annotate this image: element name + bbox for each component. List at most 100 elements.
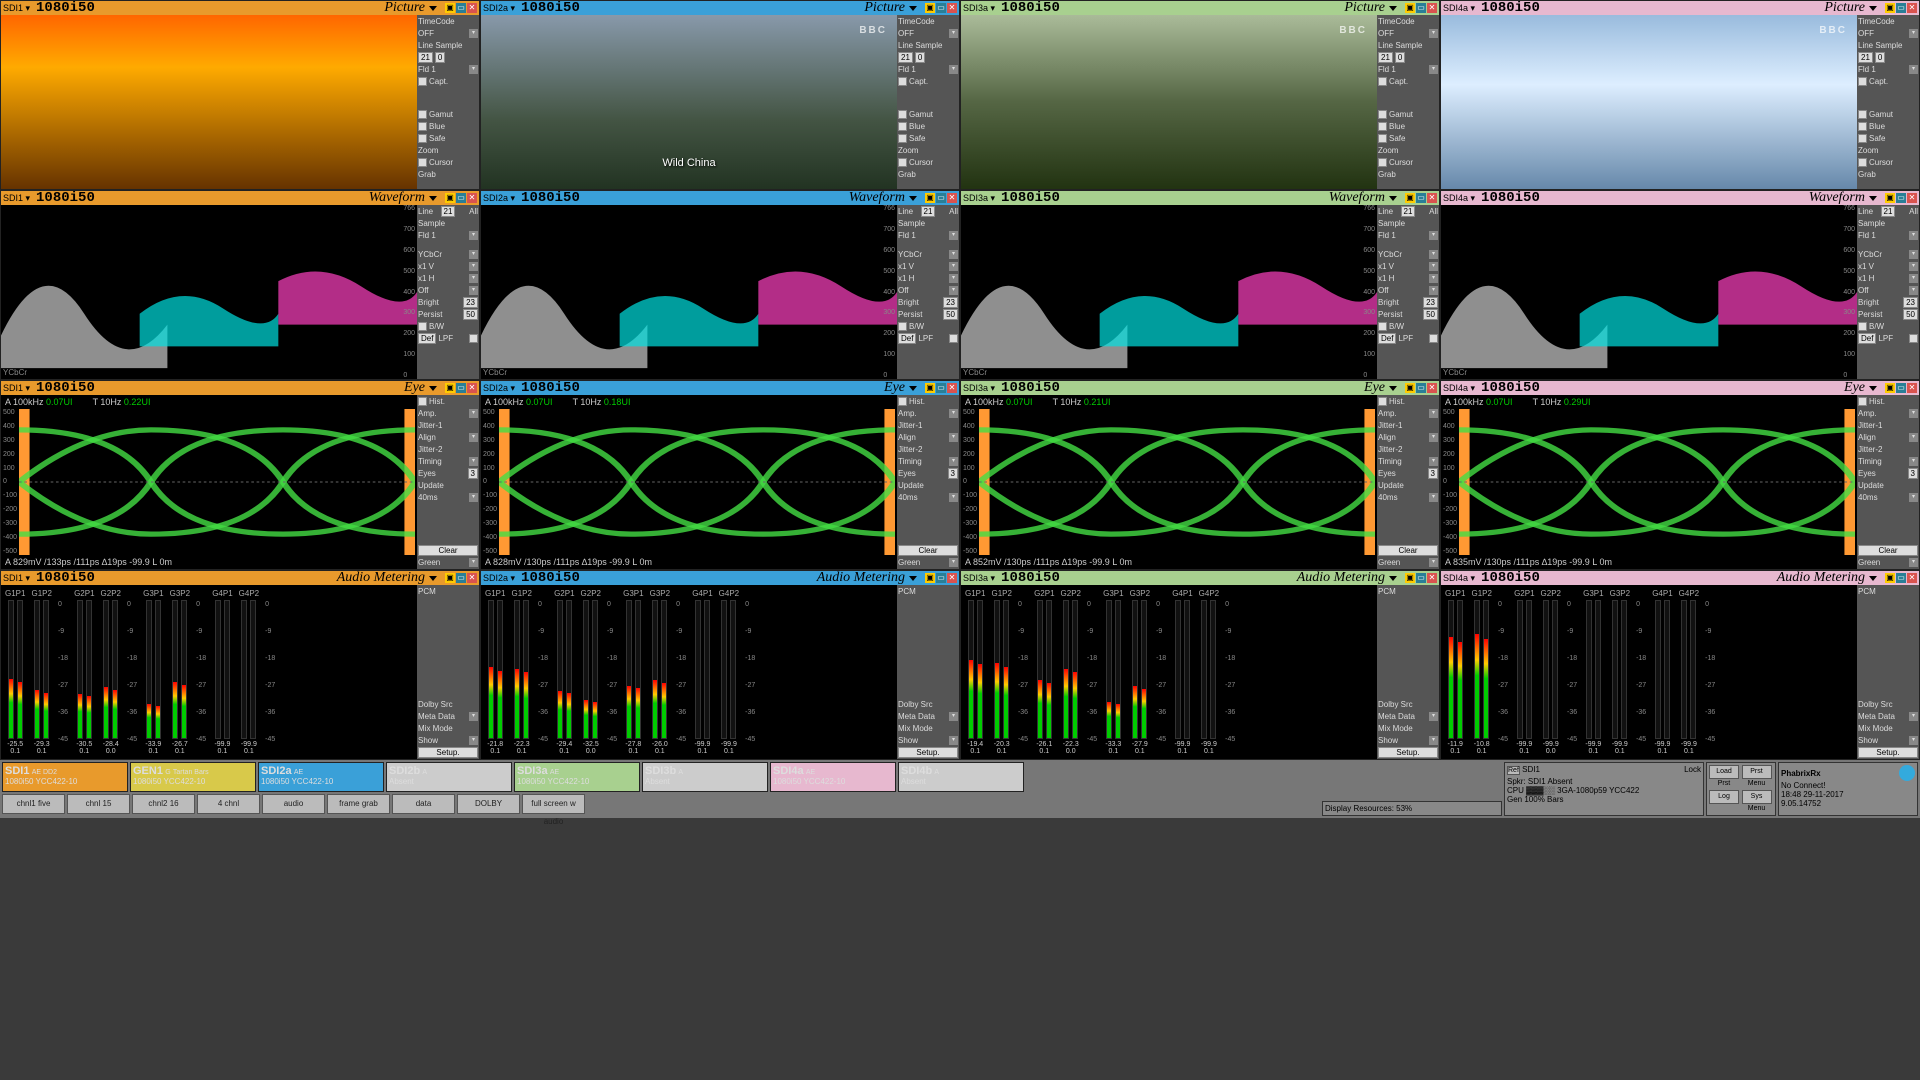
lpf-check[interactable] [1429,334,1438,343]
side-control[interactable]: x1 H ▾ [1378,273,1438,284]
dropdown-icon[interactable]: ▾ [1909,29,1918,38]
mode-label[interactable]: Waveform [1329,190,1385,206]
checkbox-icon[interactable] [1378,110,1387,119]
side-control[interactable]: B/W [898,321,958,332]
panel-header[interactable]: SDI4a ▾ 1080i50 Audio Metering ▣ ▭ ✕ [1441,571,1919,585]
panel-header[interactable]: SDI2a ▾ 1080i50 Eye ▣ ▭ ✕ [481,381,959,395]
mode-label[interactable]: Waveform [369,190,425,206]
dropdown-icon[interactable]: ▾ [1909,493,1918,502]
dock-icon[interactable]: ▭ [1896,193,1906,203]
dropdown-icon[interactable]: ▾ [469,29,478,38]
side-control[interactable]: Persist 50 [1858,309,1918,320]
checkbox-icon[interactable] [418,158,427,167]
side-control[interactable]: Jitter-2 [898,444,958,455]
panel-header[interactable]: SDI3a ▾ 1080i50 Waveform ▣ ▭ ✕ [961,191,1439,205]
pin-icon[interactable]: ▣ [445,573,455,583]
side-control[interactable]: x1 V ▾ [1378,261,1438,272]
side-control[interactable]: Zoom [418,145,478,156]
panel-header[interactable]: SDI4a ▾ 1080i50 Picture ▣ ▭ ✕ [1441,1,1919,15]
side-control[interactable]: Gamut [1378,109,1438,120]
side-control[interactable]: Jitter-1 [418,420,478,431]
side-control[interactable]: Meta Data ▾ [1858,711,1918,722]
side-control[interactable]: Blue [898,121,958,132]
dropdown-icon[interactable]: ▾ [1909,65,1918,74]
side-control[interactable]: Timing ▾ [898,456,958,467]
mode-label[interactable]: Waveform [1809,190,1865,206]
source-button-sdi4a[interactable]: SDI4a AE 1080i50 YCC422-10 [770,762,896,792]
dock-icon[interactable]: ▭ [936,193,946,203]
dock-icon[interactable]: ▭ [1896,383,1906,393]
quick-button[interactable]: full screen w audio [522,794,585,814]
checkbox-icon[interactable] [898,397,907,406]
waveform-display[interactable]: 7667006005004003002001000 YCbCr [1,205,417,379]
dropdown-icon[interactable]: ▾ [1429,736,1438,745]
side-control[interactable]: YCbCr ▾ [1858,249,1918,260]
side-control[interactable]: Hist. [418,396,478,407]
side-control[interactable]: Capt. [1378,76,1438,87]
def-button[interactable]: Def [418,333,436,344]
setup-button[interactable]: Setup. [418,747,478,758]
checkbox-icon[interactable] [418,134,427,143]
chevron-down-icon[interactable] [1869,6,1877,11]
side-control[interactable]: 40ms ▾ [1858,492,1918,503]
quick-button[interactable]: audio [262,794,325,814]
side-control[interactable]: Eyes 3 [418,468,478,479]
pin-icon[interactable]: ▣ [925,3,935,13]
dropdown-icon[interactable]: ▾ [1429,65,1438,74]
panel-header[interactable]: SDI4a ▾ 1080i50 Waveform ▣ ▭ ✕ [1441,191,1919,205]
dropdown-icon[interactable]: ▾ [469,286,478,295]
side-control[interactable]: Bright 23 [1858,297,1918,308]
dropdown-icon[interactable]: ▾ [949,250,958,259]
side-control[interactable]: x1 V ▾ [898,261,958,272]
side-control[interactable]: Line Sample [1858,40,1918,51]
checkbox-icon[interactable] [418,110,427,119]
dropdown-icon[interactable]: ▾ [1909,558,1918,567]
dropdown-icon[interactable]: ▾ [1429,457,1438,466]
panel-header[interactable]: SDI1 ▾ 1080i50 Waveform ▣ ▭ ✕ [1,191,479,205]
quick-button[interactable]: 4 chnl [197,794,260,814]
dropdown-icon[interactable]: ▾ [949,274,958,283]
side-control[interactable]: Grab [898,169,958,180]
pin-icon[interactable]: ▣ [1885,193,1895,203]
side-control[interactable]: YCbCr ▾ [1378,249,1438,260]
line-value[interactable]: 21 [1858,52,1873,63]
chevron-down-icon[interactable] [1869,386,1877,391]
dropdown-icon[interactable]: ▾ [1909,433,1918,442]
quick-button[interactable]: chnl2 16 [132,794,195,814]
side-control[interactable]: Jitter-2 [418,444,478,455]
control-value[interactable]: 50 [463,309,478,320]
dropdown-icon[interactable]: ▾ [1429,493,1438,502]
checkbox-icon[interactable] [1378,122,1387,131]
side-control[interactable]: Jitter-1 [898,420,958,431]
side-control[interactable]: B/W [418,321,478,332]
dock-icon[interactable]: ▭ [1896,573,1906,583]
side-control[interactable]: Persist 50 [1378,309,1438,320]
dropdown-icon[interactable]: ▾ [949,262,958,271]
side-control[interactable]: Bright 23 [418,297,478,308]
control-value[interactable]: 23 [1903,297,1918,308]
clear-button[interactable]: Clear [1858,545,1918,556]
close-icon[interactable]: ✕ [1907,193,1917,203]
eye-display[interactable]: A 100kHz 0.07UI T 10Hz 0.18UI 5004003002… [481,395,897,569]
control-value[interactable]: 50 [1423,309,1438,320]
dropdown-icon[interactable]: ▾ [949,65,958,74]
side-control[interactable]: Timing ▾ [1858,456,1918,467]
control-value[interactable]: 23 [1423,297,1438,308]
checkbox-icon[interactable] [1858,134,1867,143]
dropdown-icon[interactable]: ▾ [949,736,958,745]
audio-display[interactable]: G1P1 -21.8 0.1 G1P2 -22.3 0.1 0-9-18-27-… [481,585,897,759]
source-button-sdi3a[interactable]: SDI3a AE 1080i50 YCC422-10 [514,762,640,792]
sample-value[interactable]: 0 [915,52,925,63]
dock-icon[interactable]: ▭ [1416,193,1426,203]
side-control[interactable]: Timing ▾ [418,456,478,467]
dropdown-icon[interactable]: ▾ [469,558,478,567]
side-control[interactable]: Hist. [898,396,958,407]
close-icon[interactable]: ✕ [1907,573,1917,583]
side-control[interactable]: Hist. [1378,396,1438,407]
close-icon[interactable]: ✕ [947,383,957,393]
dropdown-icon[interactable]: ▾ [1429,274,1438,283]
side-control[interactable]: Align ▾ [898,432,958,443]
checkbox-icon[interactable] [418,397,427,406]
mode-label[interactable]: Picture [384,0,425,16]
picture-display[interactable] [1,15,417,189]
